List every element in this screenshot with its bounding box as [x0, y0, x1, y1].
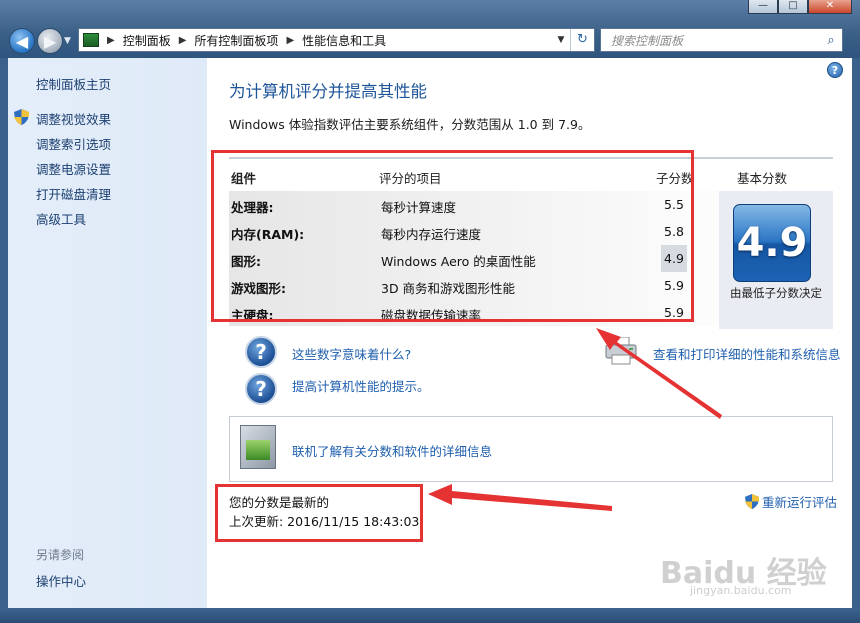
chevron-right-icon[interactable]: ▶ — [286, 35, 294, 46]
breadcrumb-control-panel[interactable]: 控制面板 — [123, 32, 171, 49]
title-bar: — □ ✕ ◀ ▶ ▼ ▶ 控制面板 ▶ 所有控制面板项 ▶ 性能信息和工具 ▼… — [0, 0, 860, 58]
forward-button[interactable]: ▶ — [37, 28, 63, 54]
online-info-link[interactable]: 联机了解有关分数和软件的详细信息 — [292, 441, 492, 460]
question-icon: ? — [245, 373, 277, 405]
base-score-caption: 由最低子分数决定 — [730, 286, 822, 300]
base-score-panel: 4.9 由最低子分数决定 — [719, 191, 833, 329]
recent-pages-dropdown[interactable]: ▼ — [64, 36, 71, 46]
refresh-icon[interactable]: ↻ — [570, 29, 594, 51]
what-numbers-mean-link[interactable]: 这些数字意味着什么? — [292, 344, 411, 363]
see-also-heading: 另请参阅 — [36, 548, 85, 562]
minimize-button[interactable]: — — [748, 0, 778, 14]
window-controls: — □ ✕ — [748, 0, 852, 14]
sidebar-item-visual-effects[interactable]: 调整视觉效果 — [36, 109, 111, 128]
breadcrumb-all-items[interactable]: 所有控制面板项 — [194, 32, 278, 49]
sidebar-item-indexing[interactable]: 调整索引选项 — [36, 134, 111, 153]
software-box-icon — [240, 425, 276, 469]
base-score-tile: 4.9 — [733, 204, 811, 282]
search-input[interactable]: 搜索控制面板 ⌕ — [600, 28, 843, 52]
annotation-box-status — [215, 484, 423, 542]
rerun-label: 重新运行评估 — [762, 495, 838, 510]
window-frame-right — [852, 58, 860, 608]
sidebar-item-disk-cleanup[interactable]: 打开磁盘清理 — [36, 184, 111, 203]
search-icon[interactable]: ⌕ — [820, 33, 842, 48]
chevron-right-icon[interactable]: ▶ — [179, 35, 187, 46]
sidebar-item-power[interactable]: 调整电源设置 — [36, 159, 111, 178]
question-icon: ? — [245, 336, 277, 368]
arrow-left-icon: ◀ — [15, 31, 29, 51]
window-frame-left — [0, 58, 8, 608]
page-title: 为计算机评分并提高其性能 — [229, 82, 427, 101]
print-details-link[interactable]: 查看和打印详细的性能和系统信息 — [653, 344, 841, 363]
address-bar[interactable]: ▶ 控制面板 ▶ 所有控制面板项 ▶ 性能信息和工具 ▼ ↻ — [78, 28, 595, 52]
address-dropdown-icon[interactable]: ▼ — [552, 35, 570, 45]
online-info-panel: 联机了解有关分数和软件的详细信息 — [229, 416, 833, 482]
search-placeholder: 搜索控制面板 — [611, 33, 684, 48]
rerun-assessment-button[interactable]: 重新运行评估 — [745, 492, 837, 511]
sidebar-item-advanced-tools[interactable]: 高级工具 — [36, 209, 86, 228]
page-description: Windows 体验指数评估主要系统组件，分数范围从 1.0 到 7.9。 — [229, 117, 591, 132]
help-icon[interactable]: ? — [827, 62, 843, 78]
uac-shield-icon — [745, 494, 759, 509]
arrow-right-icon: ▶ — [43, 31, 57, 51]
uac-shield-icon — [14, 109, 29, 125]
performance-tips-link[interactable]: 提高计算机性能的提示。 — [292, 376, 430, 395]
sidebar-item-home[interactable]: 控制面板主页 — [36, 74, 111, 93]
control-panel-icon — [83, 33, 99, 47]
breadcrumb-performance[interactable]: 性能信息和工具 — [302, 32, 386, 49]
sidebar: 控制面板主页 调整视觉效果 调整索引选项 调整电源设置 打开磁盘清理 高级工具 … — [8, 58, 207, 608]
annotation-box-scores — [211, 150, 694, 322]
maximize-button[interactable]: □ — [778, 0, 808, 14]
window-frame-bottom — [0, 608, 860, 623]
chevron-down-icon: ▼ — [64, 36, 71, 46]
close-button[interactable]: ✕ — [808, 0, 852, 14]
back-button[interactable]: ◀ — [9, 28, 35, 54]
header-base-score: 基本分数 — [737, 171, 788, 186]
watermark-url: jingyan.baidu.com — [690, 584, 792, 597]
chevron-right-icon[interactable]: ▶ — [107, 35, 115, 46]
sidebar-item-action-center[interactable]: 操作中心 — [36, 571, 86, 590]
printer-icon — [605, 337, 637, 365]
